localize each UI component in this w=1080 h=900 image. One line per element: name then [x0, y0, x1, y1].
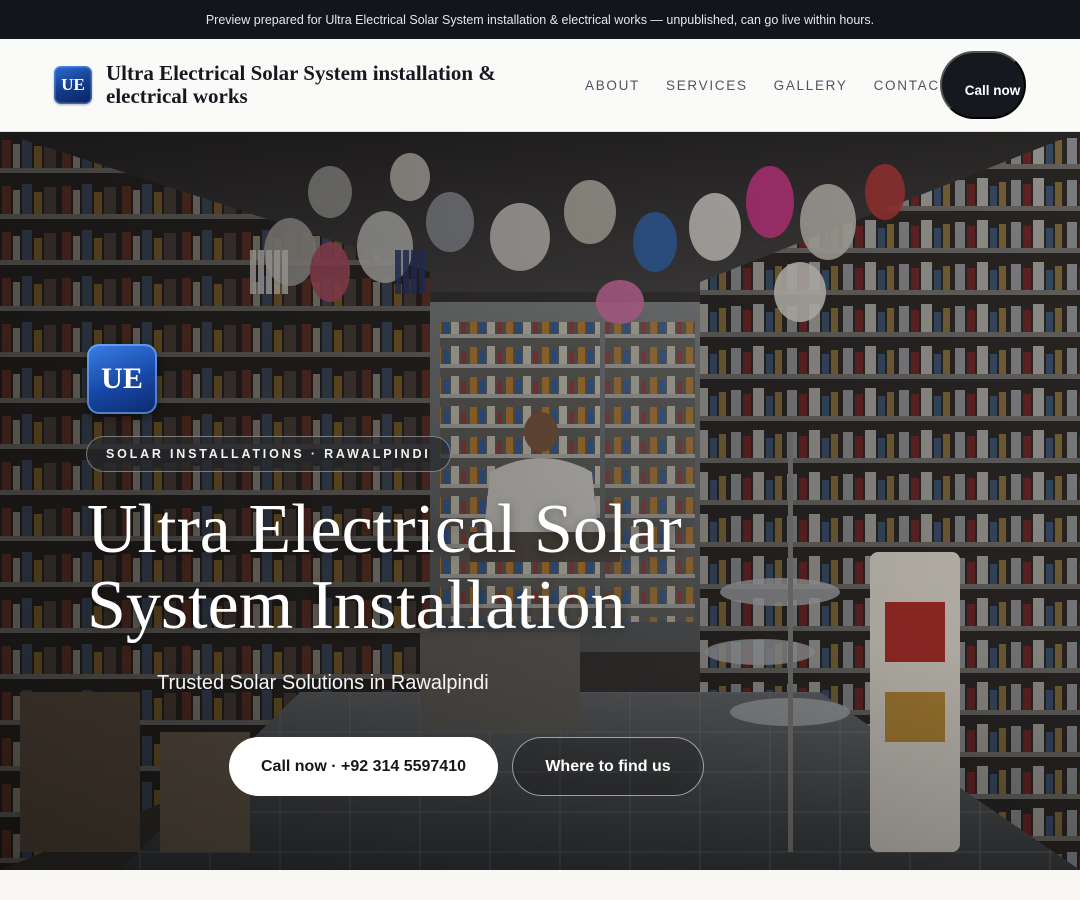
nav-contact[interactable]: CONTACT	[874, 78, 950, 93]
main-nav: ABOUT SERVICES GALLERY CONTACT	[585, 39, 950, 132]
brand-logo-icon[interactable]: UE	[54, 66, 92, 104]
header-call-button[interactable]: Call now	[940, 51, 1026, 119]
hero-subtitle: Trusted Solar Solutions in Rawalpindi	[157, 672, 489, 694]
hero-location-tag: SOLAR INSTALLATIONS · RAWALPINDI	[86, 436, 451, 472]
site-header: UE Ultra Electrical Solar System install…	[0, 39, 1080, 132]
preview-banner-text: Preview prepared for Ultra Electrical So…	[205, 12, 875, 27]
nav-about[interactable]: ABOUT	[585, 78, 640, 93]
hero-title: Ultra Electrical Solar System Installati…	[87, 491, 682, 644]
next-section-edge	[0, 870, 1080, 900]
nav-gallery[interactable]: GALLERY	[774, 78, 848, 93]
where-to-find-us-button[interactable]: Where to find us	[512, 737, 704, 796]
hero-logo-icon: UE	[87, 344, 157, 414]
brand-name[interactable]: Ultra Electrical Solar System installati…	[106, 62, 546, 108]
nav-services[interactable]: SERVICES	[666, 78, 748, 93]
hero-section: UE SOLAR INSTALLATIONS · RAWALPINDI Ultr…	[0, 132, 1080, 870]
hero-call-button[interactable]: Call now · +92 314 5597410	[229, 737, 498, 796]
preview-banner: Preview prepared for Ultra Electrical So…	[0, 0, 1080, 39]
